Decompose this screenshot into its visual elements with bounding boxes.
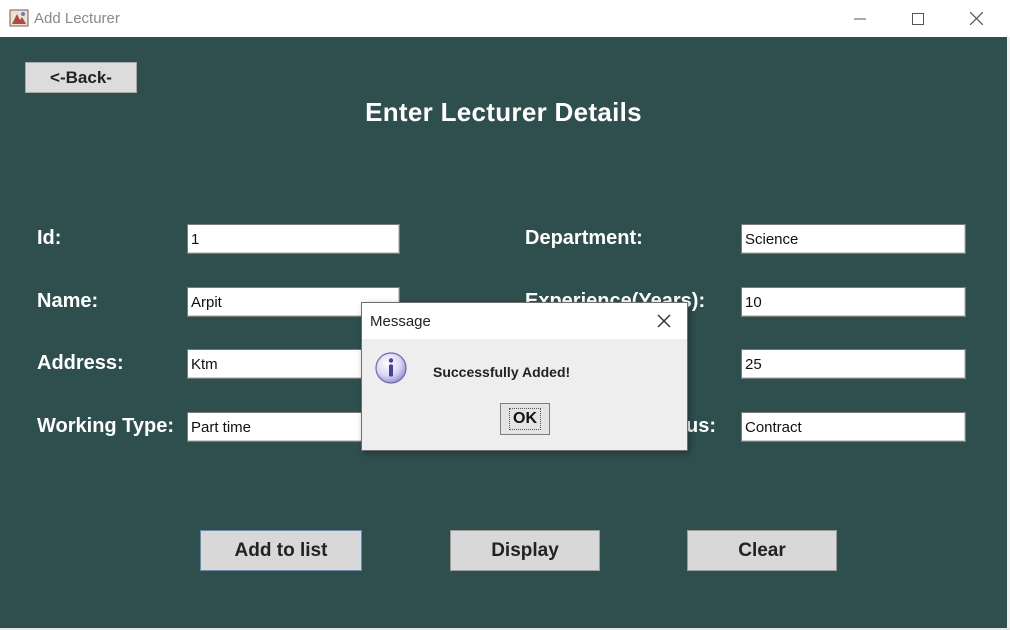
window-title: Add Lecturer xyxy=(34,10,120,27)
minimize-button[interactable] xyxy=(831,0,889,37)
dialog-message: Successfully Added! xyxy=(433,364,571,380)
maximize-button[interactable] xyxy=(889,0,947,37)
add-to-list-button[interactable]: Add to list xyxy=(200,530,362,571)
department-field[interactable]: Science xyxy=(741,224,966,254)
experience-field[interactable]: 10 xyxy=(741,287,966,317)
info-icon xyxy=(375,352,407,384)
close-button[interactable] xyxy=(947,0,1005,37)
back-button[interactable]: <-Back- xyxy=(25,62,137,93)
address-label: Address: xyxy=(37,352,124,374)
ok-label: OK xyxy=(509,408,541,430)
ok-button[interactable]: OK xyxy=(500,403,550,435)
dialog-title: Message xyxy=(370,313,431,330)
third-right-field[interactable]: 25 xyxy=(741,349,966,379)
maximize-icon xyxy=(912,12,924,25)
name-label: Name: xyxy=(37,290,99,312)
dialog-title-bar: Message xyxy=(362,303,687,339)
close-icon[interactable] xyxy=(654,311,674,331)
id-label: Id: xyxy=(37,227,62,249)
department-label: Department: xyxy=(525,227,643,249)
working-type-label: Working Type: xyxy=(37,415,175,437)
display-button[interactable]: Display xyxy=(450,530,600,571)
status-field[interactable]: Contract xyxy=(741,412,966,442)
java-app-icon xyxy=(9,9,29,27)
window-title-bar: Add Lecturer xyxy=(0,0,1010,37)
page-title: Enter Lecturer Details xyxy=(365,97,642,127)
message-dialog: Message Successfully Added! OK xyxy=(361,302,688,451)
close-icon xyxy=(969,12,983,25)
clear-button[interactable]: Clear xyxy=(687,530,837,571)
minimize-icon xyxy=(854,18,866,19)
id-field[interactable]: 1 xyxy=(187,224,400,254)
